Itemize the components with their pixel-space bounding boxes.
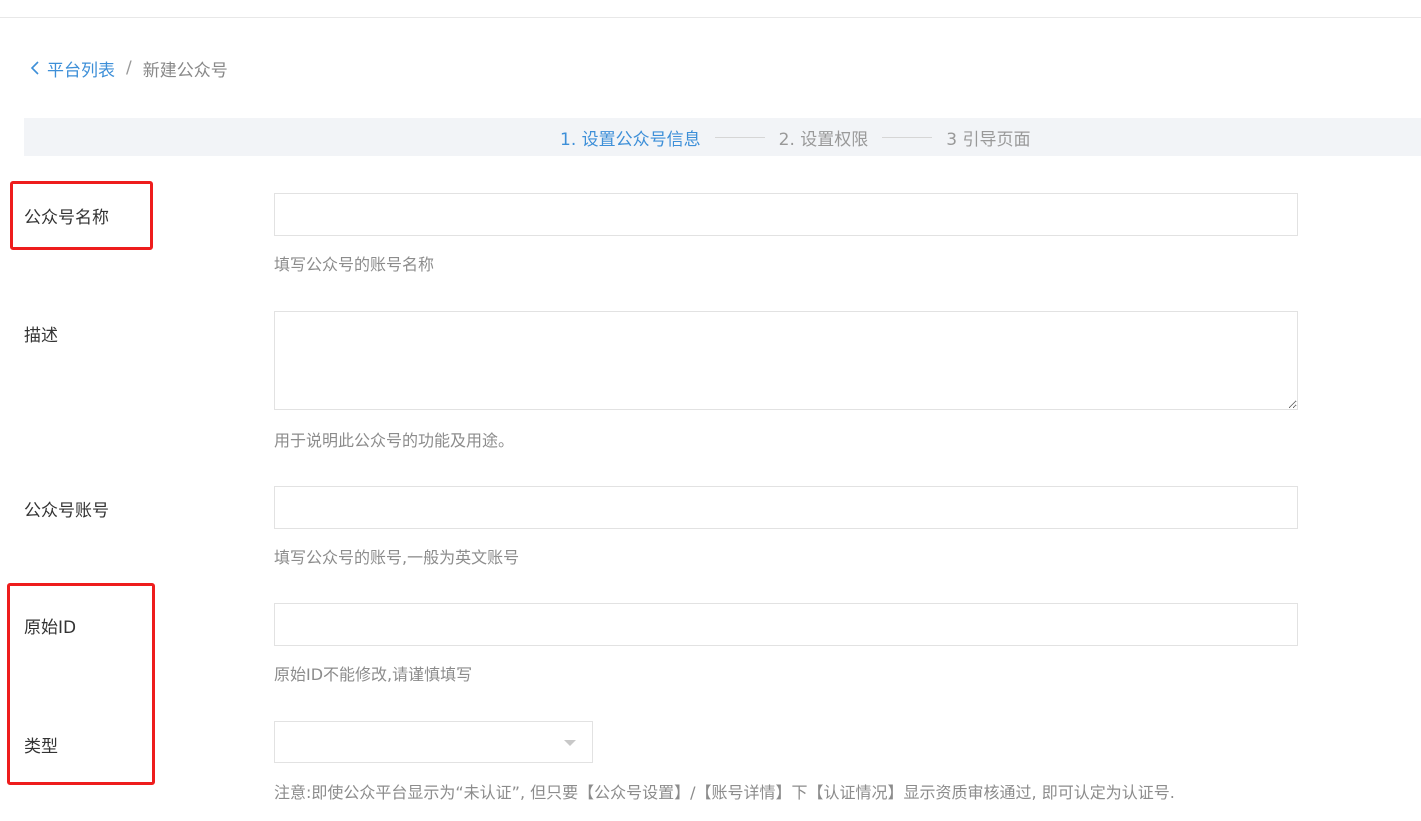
name-help: 填写公众号的账号名称	[274, 255, 435, 274]
top-divider	[0, 17, 1421, 18]
breadcrumb: 平台列表 / 新建公众号	[28, 56, 228, 81]
breadcrumb-back-label: 平台列表	[47, 60, 115, 81]
steps-bar: 1. 设置公众号信息 2. 设置权限 3 引导页面	[24, 118, 1421, 156]
step-3[interactable]: 3 引导页面	[946, 125, 1030, 150]
breadcrumb-back-link[interactable]: 平台列表	[28, 56, 115, 81]
description-help: 用于说明此公众号的功能及用途。	[274, 431, 515, 450]
description-label: 描述	[24, 326, 58, 346]
description-textarea[interactable]	[274, 311, 1298, 410]
page: 平台列表 / 新建公众号 1. 设置公众号信息 2. 设置权限 3 引导页面 公…	[0, 0, 1421, 821]
step-2[interactable]: 2. 设置权限	[779, 125, 869, 150]
account-help: 填写公众号的账号,一般为英文账号	[274, 548, 520, 567]
breadcrumb-current: 新建公众号	[142, 60, 228, 81]
step-connector	[714, 136, 765, 138]
breadcrumb-separator: /	[126, 58, 132, 78]
type-help: 注意:即使公众平台显示为“未认证”, 但只要【公众号设置】/【账号详情】下【认证…	[274, 783, 1175, 802]
account-input[interactable]	[274, 486, 1298, 529]
caret-down-icon	[564, 740, 576, 746]
annotation-box-id-type	[7, 583, 155, 785]
account-label: 公众号账号	[24, 501, 109, 521]
annotation-box-name	[10, 181, 153, 250]
step-1[interactable]: 1. 设置公众号信息	[560, 125, 701, 150]
chevron-left-icon	[30, 61, 39, 75]
step-connector	[882, 136, 933, 138]
name-input[interactable]	[274, 193, 1298, 236]
type-select[interactable]	[274, 721, 593, 763]
original-id-input[interactable]	[274, 603, 1298, 646]
steps: 1. 设置公众号信息 2. 设置权限 3 引导页面	[560, 118, 1030, 156]
original-id-help: 原始ID不能修改,请谨慎填写	[274, 665, 473, 684]
